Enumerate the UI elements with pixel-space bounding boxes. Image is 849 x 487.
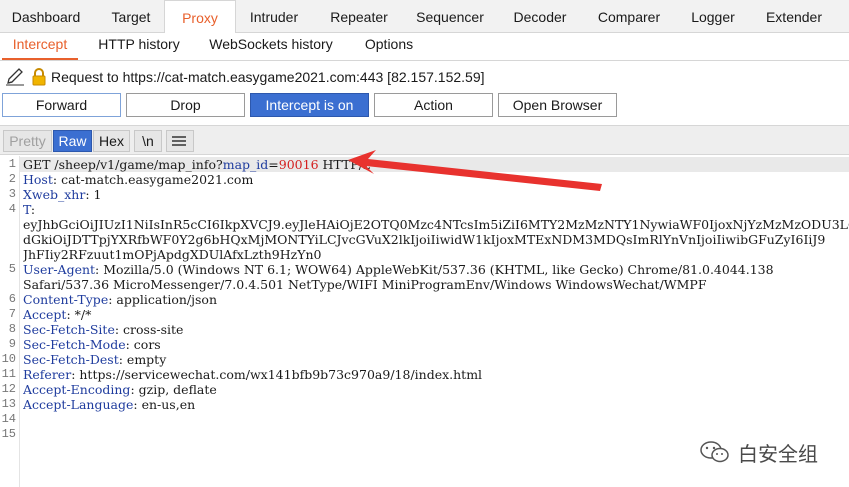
header-name: Sec-Fetch-Site (23, 322, 115, 337)
header-value: dGkiOiJDTTpjYXRfbWF0Y2g6bHQxMjMONTYiLCJv… (23, 232, 826, 247)
header-line: dGkiOiJDTTpjYXRfbWF0Y2g6bHQxMjMONTYiLCJv… (23, 232, 849, 247)
header-line: Sec-Fetch-Site: cross-site (23, 322, 849, 337)
pencil-icon[interactable] (5, 68, 25, 86)
action-button[interactable]: Action (374, 93, 493, 117)
header-name: Content-Type (23, 292, 109, 307)
header-colon: : (30, 202, 36, 217)
tab-repeater[interactable]: Repeater (318, 0, 400, 33)
watermark-text: 白安全组 (738, 442, 818, 466)
lock-icon (32, 68, 46, 86)
tab-dashboard[interactable]: Dashboard (0, 0, 92, 33)
param-eq: = (268, 157, 279, 172)
header-line: User-Agent: Mozilla/5.0 (Windows NT 6.1;… (23, 262, 849, 277)
line-number: 13 (1, 397, 16, 411)
pretty-view-button[interactable]: Pretty (3, 130, 52, 152)
hex-view-button[interactable]: Hex (93, 130, 130, 152)
header-value: empty (122, 352, 167, 367)
header-name: Accept-Language (23, 397, 134, 412)
line-number: 14 (1, 412, 16, 426)
arrow-annotation (348, 150, 602, 191)
header-line: JhFIiy2RFzuut1mOPjApdgXDUlAfxLzth9HzYn0 (23, 247, 849, 262)
header-name: Sec-Fetch-Dest (23, 352, 119, 367)
header-value: Mozilla/5.0 (Windows NT 6.1; WOW64) Appl… (99, 262, 774, 277)
header-line: Safari/537.36 MicroMessenger/7.0.4.501 N… (23, 277, 849, 292)
header-value: */* (70, 307, 92, 322)
line-number: 3 (8, 187, 16, 201)
header-line: Sec-Fetch-Mode: cors (23, 337, 849, 352)
header-line: Content-Type: application/json (23, 292, 849, 307)
header-line: T: (23, 202, 849, 217)
wechat-icon (700, 441, 729, 463)
line-number: 12 (1, 382, 16, 396)
header-value: cors (129, 337, 161, 352)
header-name: Referer (23, 367, 72, 382)
header-value: eyJhbGciOiJIUzI1NiIsInR5cCI6IkpXVCJ9.eyJ… (23, 217, 849, 232)
header-value: https://servicewechat.com/wx141bfb9b73c9… (75, 367, 483, 382)
tab-options[interactable]: Options (358, 33, 420, 60)
tab-logger[interactable]: Logger (683, 0, 743, 33)
tab-intruder[interactable]: Intruder (236, 0, 312, 33)
header-line: Accept: */* (23, 307, 849, 322)
forward-button[interactable]: Forward (2, 93, 121, 117)
line-number: 15 (1, 427, 16, 441)
line-number: 11 (1, 367, 16, 381)
menu-icon (172, 136, 186, 146)
header-name: Xweb_xhr (23, 187, 86, 202)
main-tab-bar: Dashboard Target Proxy Intruder Repeater… (0, 0, 849, 34)
header-line: Referer: https://servicewechat.com/wx141… (23, 367, 849, 382)
line-number: 4 (8, 202, 16, 216)
param-value: 90016 (278, 157, 319, 172)
raw-view-button[interactable]: Raw (53, 130, 92, 152)
header-name: T (23, 202, 31, 217)
sub-tab-bar: Intercept HTTP history WebSockets histor… (0, 33, 849, 61)
open-browser-button[interactable]: Open Browser (498, 93, 617, 117)
tab-websockets-history[interactable]: WebSockets history (204, 33, 338, 60)
header-name: Accept-Encoding (23, 382, 131, 397)
line-number: 9 (8, 337, 16, 351)
newline-toggle-button[interactable]: \n (134, 130, 162, 152)
tab-target[interactable]: Target (92, 0, 170, 33)
header-name: Host (23, 172, 53, 187)
header-value: cat-match.easygame2021.com (57, 172, 254, 187)
header-value: 1 (89, 187, 102, 202)
line-number: 1 (8, 157, 16, 171)
intercept-toggle-button[interactable]: Intercept is on (250, 93, 369, 117)
tab-proxy[interactable]: Proxy (164, 0, 236, 34)
drop-button[interactable]: Drop (126, 93, 245, 117)
tab-sequencer[interactable]: Sequencer (407, 0, 493, 33)
tab-http-history[interactable]: HTTP history (93, 33, 185, 60)
header-value: Safari/537.36 MicroMessenger/7.0.4.501 N… (23, 277, 707, 292)
header-value: en-us,en (137, 397, 196, 412)
menu-button[interactable] (166, 130, 194, 152)
header-line: Accept-Encoding: gzip, deflate (23, 382, 849, 397)
line-number: 2 (8, 172, 16, 186)
header-value: gzip, deflate (134, 382, 217, 397)
tab-decoder[interactable]: Decoder (504, 0, 576, 33)
header-line: Sec-Fetch-Dest: empty (23, 352, 849, 367)
request-target-text: Request to https://cat-match.easygame202… (51, 69, 485, 85)
header-name: Sec-Fetch-Mode (23, 337, 126, 352)
header-name: User-Agent (23, 262, 96, 277)
line-number: 5 (8, 262, 16, 276)
header-value: JhFIiy2RFzuut1mOPjApdgXDUlAfxLzth9HzYn0 (23, 247, 322, 262)
request-line-prefix: GET /sheep/v1/game/map_info? (23, 157, 223, 172)
header-value: cross-site (119, 322, 184, 337)
line-number: 8 (8, 322, 16, 336)
line-number: 7 (8, 307, 16, 321)
header-line: Accept-Language: en-us,en (23, 397, 849, 412)
header-name: Accept (23, 307, 67, 322)
header-line: eyJhbGciOiJIUzI1NiIsInR5cCI6IkpXVCJ9.eyJ… (23, 217, 849, 232)
line-number: 6 (8, 292, 16, 306)
tab-extender[interactable]: Extender (755, 0, 833, 33)
watermark: 白安全组 (700, 437, 840, 467)
request-info-bar: Request to https://cat-match.easygame202… (0, 64, 849, 90)
param-key: map_id (222, 157, 269, 172)
tab-intercept[interactable]: Intercept (2, 33, 78, 60)
line-number: 10 (1, 352, 16, 366)
tab-comparer[interactable]: Comparer (588, 0, 670, 33)
header-value: application/json (112, 292, 217, 307)
